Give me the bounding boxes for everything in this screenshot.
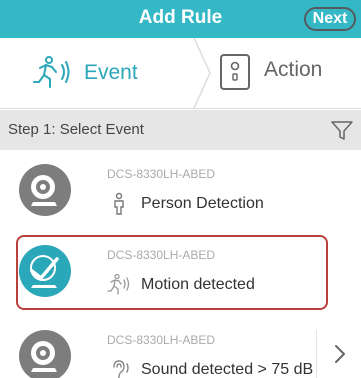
person-icon: [114, 192, 124, 215]
device-name: DCS-8330LH-ABED: [107, 333, 216, 347]
running-person-icon: [33, 56, 70, 88]
filter-icon[interactable]: [331, 121, 353, 141]
event-label: Sound detected > 75 dB: [141, 361, 314, 378]
tab-divider: [193, 38, 211, 108]
event-label: Motion detected: [141, 276, 255, 293]
tab-event-label: Event: [84, 61, 138, 84]
tab-event[interactable]: Event: [0, 38, 196, 108]
camera-icon: [19, 245, 71, 297]
list-item[interactable]: DCS-8330LH-ABED Person Detection: [0, 150, 361, 230]
step-header: Step 1: Select Event: [0, 110, 361, 150]
tab-action[interactable]: Action: [216, 38, 361, 108]
more-button[interactable]: [316, 330, 361, 378]
camera-icon: [19, 164, 71, 216]
action-device-icon: [220, 54, 250, 90]
event-label: Person Detection: [141, 195, 264, 212]
top-bar: Add Rule Next: [0, 0, 361, 38]
step-tabs: Event Action: [0, 38, 361, 109]
device-name: DCS-8330LH-ABED: [107, 248, 216, 262]
motion-icon: [107, 273, 130, 295]
next-button[interactable]: Next: [304, 7, 356, 31]
camera-icon: [19, 330, 71, 378]
list-item-selected[interactable]: DCS-8330LH-ABED Motion detected: [0, 231, 361, 311]
list-item[interactable]: DCS-8330LH-ABED Sound detected > 75 dB: [0, 316, 361, 378]
step-label: Step 1: Select Event: [8, 121, 144, 138]
tab-action-label: Action: [264, 58, 323, 81]
ear-icon: [113, 360, 129, 378]
device-name: DCS-8330LH-ABED: [107, 167, 216, 181]
chevron-right-icon: [335, 345, 345, 363]
